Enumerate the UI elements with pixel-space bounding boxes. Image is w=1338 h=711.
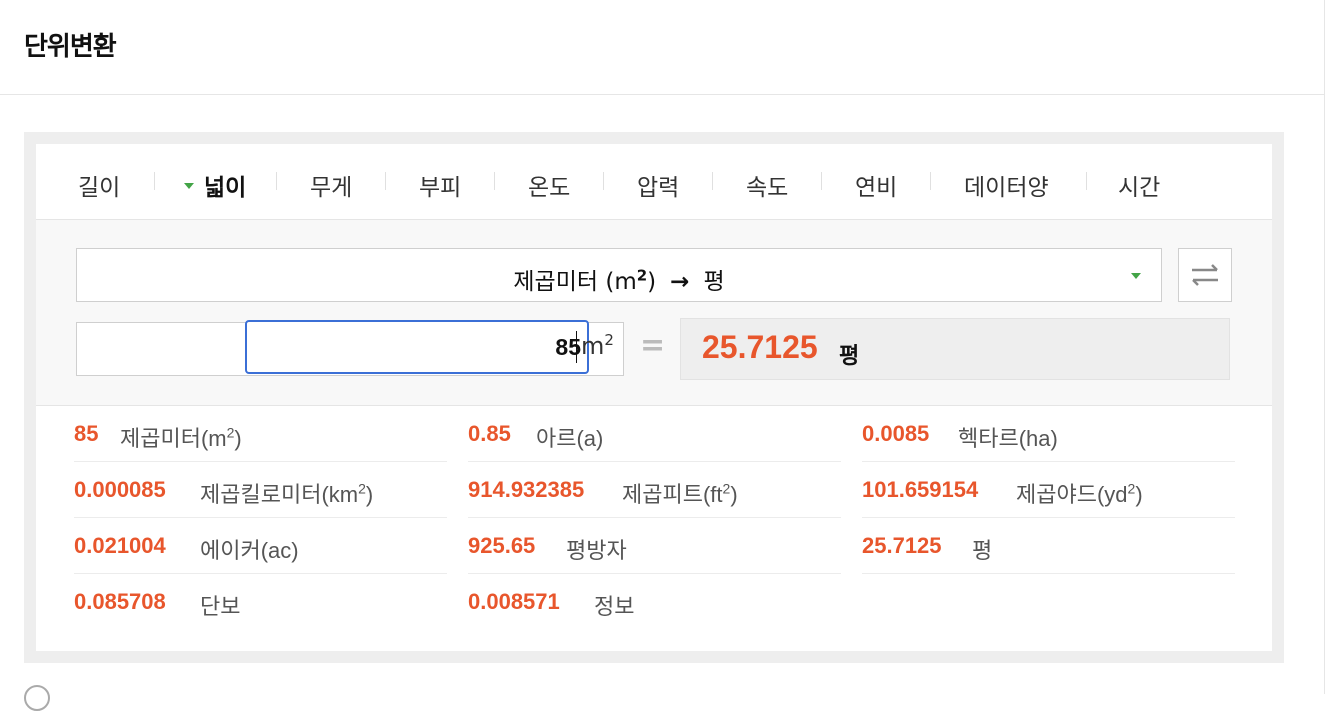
converter-panel: 길이 넓이 무게 부피 온도 압력 속도 연비 데이터양 시간 제곱미터 (m2… — [36, 144, 1272, 651]
tab-length[interactable]: 길이 — [78, 168, 120, 201]
list-item: 101.659154 제곱야드(yd2) — [862, 462, 1235, 518]
arrow-right-icon: → — [670, 269, 690, 295]
unit-pair-label: 제곱미터 (m2) → 평 — [513, 266, 725, 295]
unit-tabs: 길이 넓이 무게 부피 온도 압력 속도 연비 데이터양 시간 — [36, 144, 1272, 220]
list-item: 0.85 아르(a) — [468, 406, 841, 462]
converter-frame: 길이 넓이 무게 부피 온도 압력 속도 연비 데이터양 시간 제곱미터 (m2… — [24, 132, 1284, 663]
input-unit: m2 — [581, 331, 614, 360]
tab-separator — [494, 172, 495, 190]
tab-separator — [821, 172, 822, 190]
tab-speed[interactable]: 속도 — [746, 168, 788, 201]
list-item: 0.008571 정보 — [468, 589, 635, 619]
list-item: 0.021004 에이커(ac) — [74, 518, 447, 574]
list-item: 0.0085 헥타르(ha) — [862, 406, 1235, 462]
tab-separator — [276, 172, 277, 190]
conversion-list: 85 제곱미터(m2) 0.85 아르(a) 0.0085 헥타르(ha) 0.000… — [74, 406, 1236, 646]
info-icon — [24, 684, 50, 711]
page-title: 단위변환 — [24, 32, 117, 62]
info-notice — [24, 684, 60, 711]
tab-separator — [712, 172, 713, 190]
list-item: 25.7125 평 — [862, 518, 1235, 574]
result-value: 25.7125 — [702, 329, 818, 365]
list-item: 0.000085 제곱킬로미터(km2) — [74, 462, 447, 518]
list-item: 85 제곱미터(m2) — [74, 406, 447, 462]
tab-separator — [154, 172, 155, 190]
tab-separator — [385, 172, 386, 190]
tab-pressure[interactable]: 압력 — [637, 168, 679, 201]
tab-separator — [930, 172, 931, 190]
tab-fuel-efficiency[interactable]: 연비 — [855, 168, 897, 201]
chevron-down-icon — [1131, 273, 1141, 279]
tab-volume[interactable]: 부피 — [419, 168, 461, 201]
tab-data-amount[interactable]: 데이터양 — [964, 168, 1049, 201]
tab-weight[interactable]: 무게 — [310, 168, 352, 201]
tab-area[interactable]: 넓이 — [184, 168, 246, 201]
result-unit: 평 — [839, 344, 860, 369]
swap-icon — [1192, 264, 1218, 286]
equals-sign: = — [640, 328, 666, 363]
unit-pair-select[interactable]: 제곱미터 (m2) → 평 — [76, 248, 1162, 302]
header: 단위변환 — [0, 0, 1324, 95]
divider — [1324, 0, 1325, 694]
list-item: 914.932385 제곱피트(ft2) — [468, 462, 841, 518]
input-box: m2 — [76, 320, 624, 376]
swap-units-button[interactable] — [1178, 248, 1232, 302]
result-box: 25.7125 평 — [680, 318, 1230, 380]
list-item: 0.085708 단보 — [74, 589, 241, 619]
converter-area: 제곱미터 (m2)→평 m2 = 25.7125 평 — [36, 220, 1272, 406]
tab-time[interactable]: 시간 — [1118, 168, 1160, 201]
tab-separator — [603, 172, 604, 190]
list-item: 925.65 평방자 — [468, 518, 841, 574]
tab-separator — [1086, 172, 1087, 190]
tab-temperature[interactable]: 온도 — [528, 168, 570, 201]
selected-indicator-icon — [184, 182, 194, 189]
value-input[interactable] — [245, 320, 589, 374]
text-caret — [576, 331, 577, 363]
